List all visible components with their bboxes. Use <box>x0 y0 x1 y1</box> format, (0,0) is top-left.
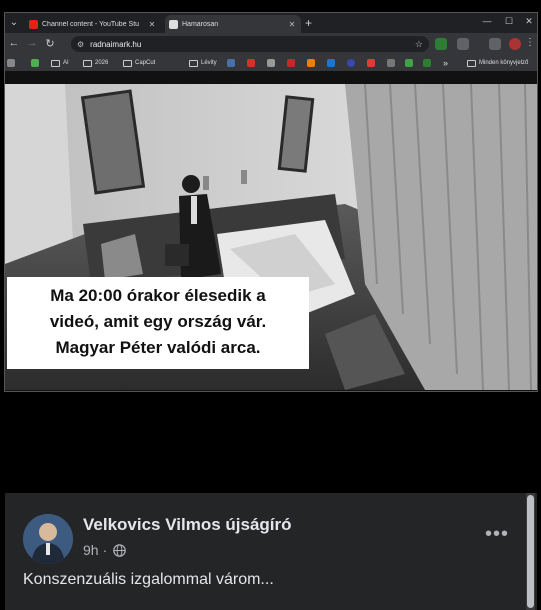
post-text: Konszenzuális izgalommal várom... <box>23 571 274 588</box>
folder-icon <box>51 59 60 67</box>
minimize-icon[interactable]: — <box>479 16 495 26</box>
folder-icon <box>467 59 476 67</box>
facebook-post: Velkovics Vilmos újságíró 9h · ••• Konsz… <box>5 493 537 610</box>
shield-extension-icon[interactable] <box>435 38 447 50</box>
meta-separator: · <box>102 542 108 558</box>
site-info-icon[interactable]: ⚙ <box>77 40 84 49</box>
bookmark-favicon[interactable] <box>287 57 298 69</box>
bookmark-favicon[interactable] <box>405 57 416 69</box>
media-icon[interactable] <box>489 38 501 50</box>
maximize-icon[interactable]: ☐ <box>501 16 517 27</box>
avatar[interactable] <box>23 514 73 564</box>
caption-line: Ma 20:00 órakor élesedik a <box>50 286 266 305</box>
bookmark-star-icon[interactable]: ☆ <box>415 39 423 50</box>
browser-menu-icon[interactable]: ⋮ <box>525 37 535 48</box>
close-icon[interactable]: ✕ <box>287 20 297 29</box>
bookmark-favicon[interactable] <box>307 57 318 69</box>
extensions-icon[interactable] <box>457 38 469 50</box>
new-tab-button[interactable]: + <box>305 16 312 30</box>
bookmark-favicon[interactable] <box>227 57 238 69</box>
bookmark-ai[interactable]: AI <box>51 57 69 69</box>
bookmark-favicon[interactable] <box>423 57 434 69</box>
toolbar: ← → ↻ ⚙ radnaimark.hu ☆ ⋮ <box>5 33 537 55</box>
close-window-icon[interactable]: ✕ <box>521 16 537 27</box>
post-author[interactable]: Velkovics Vilmos újságíró <box>83 515 292 535</box>
tab-search-icon[interactable]: ⌄ <box>7 16 21 30</box>
post-meta: 9h · <box>83 542 127 558</box>
more-options-icon[interactable]: ••• <box>485 523 509 546</box>
bookmark-capcut[interactable]: CapCut <box>123 57 155 69</box>
globe-icon <box>113 543 127 557</box>
bookmark-favicon[interactable] <box>247 57 258 69</box>
folder-icon <box>189 59 198 67</box>
folder-icon <box>83 59 92 67</box>
site-logo-icon <box>169 19 178 29</box>
tab-strip: ⌄ Channel content - YouTube Stu ✕ Hamaro… <box>5 13 537 33</box>
forward-icon[interactable]: → <box>25 37 39 49</box>
tab-hamarosan[interactable]: Hamarosan ✕ <box>165 15 301 33</box>
address-bar[interactable]: ⚙ radnaimark.hu ☆ <box>71 36 429 52</box>
caption-line: videó, amit egy ország vár. <box>49 312 267 331</box>
bookmarks-bar: AI 2026 CapCut Lévity » Minden könyvjelz… <box>5 55 537 72</box>
bookmark-label: AI <box>63 60 69 66</box>
profile-avatar-icon[interactable] <box>509 38 521 50</box>
browser-window: ⌄ Channel content - YouTube Stu ✕ Hamaro… <box>4 12 538 392</box>
caption-line: Magyar Péter valódi arca. <box>55 338 261 357</box>
bookmark-favicon[interactable] <box>387 57 398 69</box>
bookmark-levity[interactable]: Lévity <box>189 57 217 69</box>
bookmark-favicon[interactable] <box>267 57 278 69</box>
folder-icon <box>123 59 132 67</box>
bookmark-2026[interactable]: 2026 <box>83 57 108 69</box>
apps-icon[interactable] <box>7 57 18 69</box>
scrollbar[interactable] <box>526 493 535 610</box>
bookmark-favicon[interactable] <box>327 57 338 69</box>
bookmark-label: 2026 <box>95 60 109 66</box>
bookmark-label: Lévity <box>201 60 217 66</box>
all-bookmarks-folder[interactable]: Minden könyvjelző <box>467 57 528 69</box>
scrollbar-thumb[interactable] <box>527 495 534 608</box>
bookmark-favicon[interactable] <box>31 57 42 69</box>
tab-label: Channel content - YouTube Stu <box>42 20 140 28</box>
tab-label: Hamarosan <box>182 20 219 28</box>
video-caption: Ma 20:00 órakor élesedik a videó, amit e… <box>7 277 309 369</box>
bookmark-label: CapCut <box>135 60 156 66</box>
tab-youtube-studio[interactable]: Channel content - YouTube Stu ✕ <box>25 15 161 33</box>
reload-icon[interactable]: ↻ <box>43 37 57 50</box>
page-content: Ma 20:00 órakor élesedik a videó, amit e… <box>5 71 537 391</box>
bookmarks-overflow-button[interactable]: » <box>443 57 448 69</box>
post-time[interactable]: 9h <box>83 542 99 558</box>
youtube-icon <box>29 19 38 29</box>
bookmark-favicon[interactable] <box>367 57 378 69</box>
close-icon[interactable]: ✕ <box>147 20 157 29</box>
bookmark-favicon[interactable] <box>347 57 358 69</box>
back-icon[interactable]: ← <box>7 37 21 49</box>
bookmark-label: Minden könyvjelző <box>479 60 529 66</box>
url-text[interactable]: radnaimark.hu <box>90 40 415 49</box>
